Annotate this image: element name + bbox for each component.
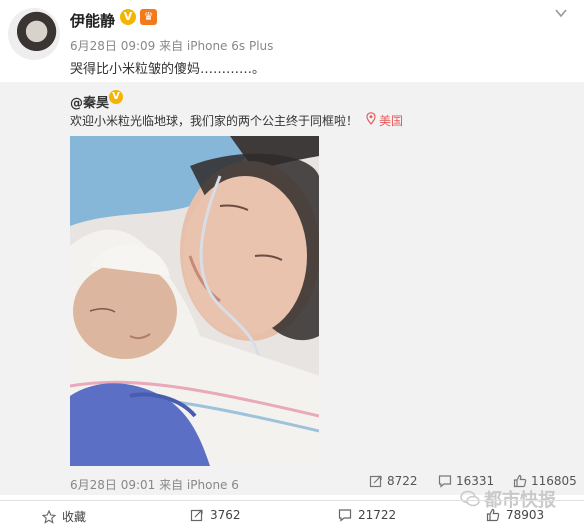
like-icon: [486, 508, 500, 522]
repost-meta: 6月28日 09:01 来自 iPhone 6: [70, 478, 239, 492]
post-text: 哭得比小米粒皱的傻妈…………。: [70, 62, 266, 77]
verified-badge: V: [120, 9, 136, 25]
repost-verified-badge: V: [109, 90, 123, 104]
avatar[interactable]: [8, 8, 60, 60]
post-username[interactable]: 伊能静: [70, 10, 115, 31]
location-icon: [366, 112, 376, 125]
chevron-down-icon[interactable]: [554, 6, 568, 20]
favorite-button[interactable]: 收藏: [42, 508, 86, 525]
divider: [0, 500, 584, 501]
member-badge-icon: ♛: [140, 9, 157, 25]
comment-button[interactable]: 21722: [338, 508, 396, 522]
repost-photo[interactable]: [70, 136, 319, 466]
repost-stat[interactable]: 8722: [369, 474, 418, 488]
like-button-count: 78903: [506, 508, 545, 522]
location-label[interactable]: 美国: [379, 112, 403, 129]
favorite-label: 收藏: [62, 510, 87, 524]
wechat-icon: [460, 490, 480, 507]
repost-icon: [190, 509, 203, 522]
repost-username[interactable]: @秦昊: [70, 92, 109, 111]
repost-button[interactable]: 3762: [190, 508, 241, 522]
post-meta: 6月28日 09:09 来自 iPhone 6s Plus: [70, 39, 274, 53]
repost-count: 8722: [387, 474, 418, 488]
comment-icon: [338, 509, 352, 522]
comment-button-count: 21722: [358, 508, 397, 522]
repost-text: 欢迎小米粒光临地球，我们家的两个公主终于同框啦！: [70, 114, 359, 128]
repost-icon: [369, 475, 382, 488]
star-icon: [42, 509, 56, 524]
repost-button-count: 3762: [210, 508, 241, 522]
like-button[interactable]: 78903: [486, 508, 544, 522]
comment-icon: [438, 475, 452, 488]
